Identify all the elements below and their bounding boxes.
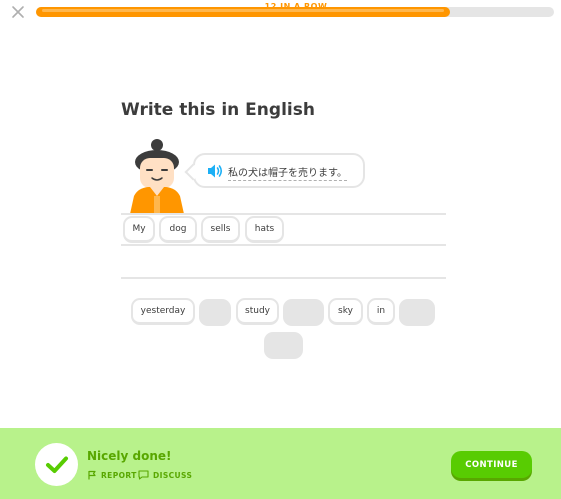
- answer-line-1: [121, 213, 446, 215]
- page-title: Write this in English: [121, 100, 315, 120]
- comment-icon: [138, 470, 149, 480]
- discuss-label: DISCUSS: [153, 470, 193, 480]
- word-bank-slot-empty: [264, 332, 303, 359]
- word-bank-chip[interactable]: study: [236, 298, 279, 325]
- feedback-title: Nicely done!: [87, 449, 172, 463]
- answer-word[interactable]: dog: [159, 216, 197, 243]
- discuss-button[interactable]: DISCUSS: [138, 470, 192, 480]
- speech-bubble: 私の犬は帽子を売ります。: [184, 153, 365, 188]
- answer-word[interactable]: hats: [245, 216, 284, 243]
- play-audio-button[interactable]: [206, 163, 224, 179]
- streak-label: 12 IN A ROW: [264, 2, 328, 11]
- character-illustration: [126, 136, 190, 214]
- word-bank-chip[interactable]: yesterday: [131, 298, 195, 325]
- answer-word[interactable]: sells: [201, 216, 240, 243]
- continue-button[interactable]: CONTINUE: [451, 451, 532, 478]
- speaker-icon: [208, 164, 223, 178]
- close-button[interactable]: [10, 4, 26, 20]
- answer-line-2: [121, 244, 446, 246]
- report-label: REPORT: [101, 470, 137, 480]
- word-bank-chip[interactable]: in: [367, 298, 395, 325]
- checkmark-icon: [45, 456, 68, 473]
- success-badge: [35, 443, 78, 486]
- answer-line-3: [121, 277, 446, 279]
- word-bank-chip[interactable]: sky: [328, 298, 363, 325]
- word-bank-slot-empty: [283, 299, 324, 326]
- word-bank-slot-empty: [399, 299, 435, 326]
- feedback-footer: Nicely done! REPORT DISCUSS CONTINUE: [0, 428, 561, 499]
- prompt-sentence[interactable]: 私の犬は帽子を売ります。: [228, 164, 347, 181]
- close-icon: [12, 6, 24, 18]
- word-bank-slot-empty: [199, 299, 231, 326]
- flag-icon: [88, 470, 96, 480]
- progress-bar: 12 IN A ROW: [36, 2, 554, 17]
- report-button[interactable]: REPORT: [87, 470, 137, 480]
- answer-word[interactable]: My: [123, 216, 155, 243]
